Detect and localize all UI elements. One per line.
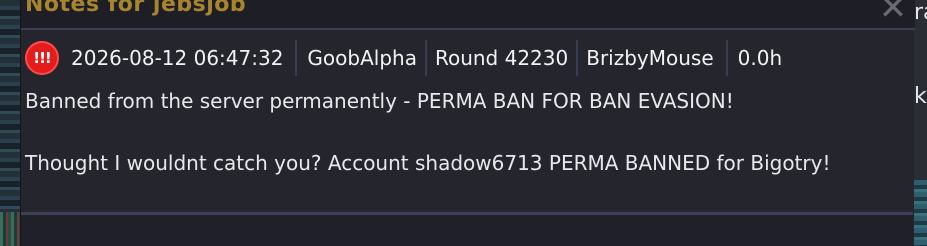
header-separator [576,40,579,76]
header-separator [725,40,728,76]
game-background-right: ra k [914,0,927,246]
severity-alert-icon: !!! [25,41,59,75]
close-icon[interactable]: ✕ [877,0,909,26]
header-separator [424,40,427,76]
note-body: Banned from the server permanently - PER… [25,86,909,179]
background-text-mid: k [914,84,927,109]
notes-window: Notes for jebsjob ✕ !!! 2026-08-12 06:47… [20,0,915,246]
note-timestamp: 2026-08-12 06:47:32 [71,46,284,70]
note-server: GoobAlpha [307,46,417,70]
note-header: !!! 2026-08-12 06:47:32 GoobAlpha Round … [25,38,911,78]
note-text-line: Banned from the server permanently - PER… [25,89,734,113]
note-text-line: Thought I wouldnt catch you? Account sha… [25,151,831,175]
game-background-left [0,0,20,246]
game-background-band [914,180,927,246]
screen: ra k Notes for jebsjob ✕ !!! 2026-08-12 … [0,0,927,246]
background-text-top: ra [914,0,927,25]
window-title: Notes for jebsjob [25,0,247,17]
note-entry-area[interactable] [21,215,913,246]
note-author: BrizbyMouse [586,46,714,70]
note-playtime: 0.0h [737,46,783,70]
header-separator [295,40,298,76]
note-round: Round 42230 [434,46,569,70]
window-titlebar[interactable]: Notes for jebsjob ✕ [21,0,915,30]
